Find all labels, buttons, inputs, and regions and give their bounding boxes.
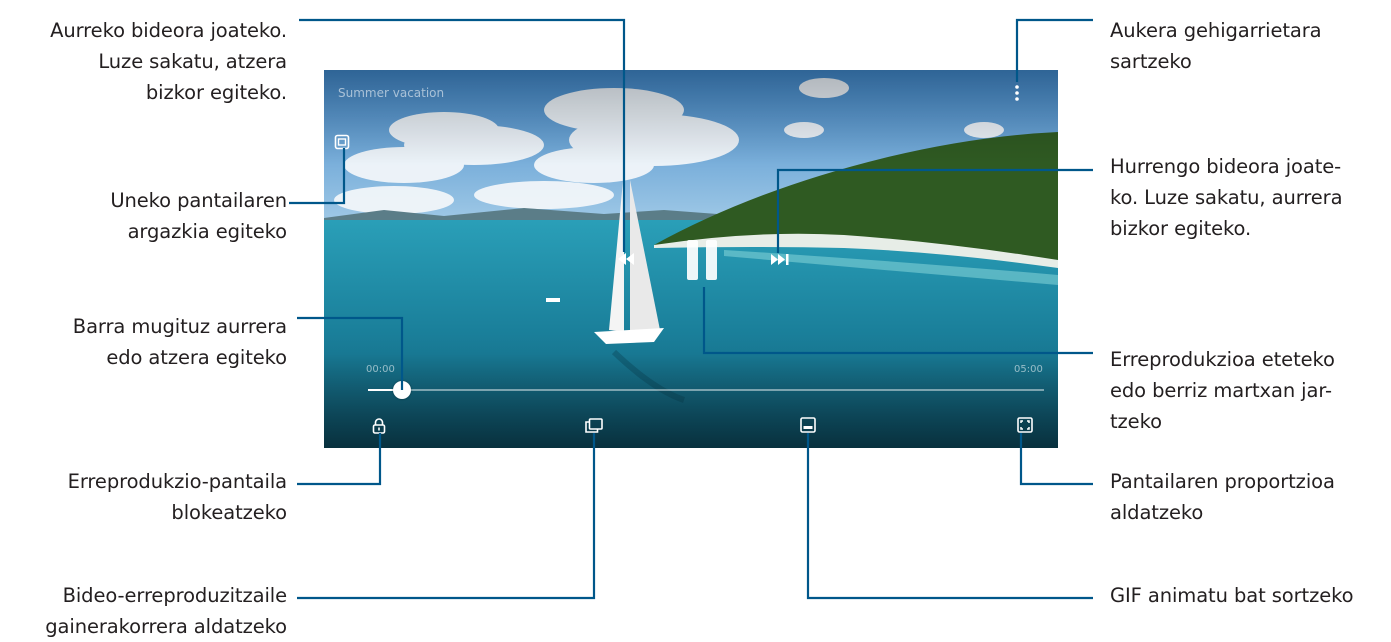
callout-capture: Uneko pantailaren argazkia egiteko: [110, 185, 287, 247]
video-title: Summer vacation: [338, 86, 445, 100]
callout-line: gainerakorrera aldatzeko: [45, 615, 287, 638]
callout-line: bizkor egiteko.: [145, 81, 287, 104]
callout-line: argazkia egiteko: [127, 220, 288, 243]
callout-seek: Barra mugituz aurrera edo atzera egiteko: [73, 311, 287, 373]
callout-line: sartzeko: [1110, 50, 1192, 73]
callout-popup: Bideo-erreproduzitzaile gainerakorrera a…: [45, 580, 287, 642]
callout-line: Barra mugituz aurrera: [72, 315, 287, 338]
fast-forward-icon[interactable]: [770, 253, 790, 266]
callout-line: blokeatzeko: [171, 501, 287, 524]
callout-line: edo atzera egiteko: [106, 346, 287, 369]
callout-line: GIF animatu bat sortzeko: [1110, 584, 1354, 607]
callout-gif: GIF animatu bat sortzeko: [1110, 580, 1354, 611]
callout-next-video: Hurrengo bideora joate- ko. Luze sakatu,…: [1110, 151, 1343, 244]
callout-line: Uneko pantailaren: [110, 189, 287, 212]
callout-line: ko. Luze sakatu, aurrera: [1110, 186, 1343, 209]
callout-line: Bideo-erreproduzitzaile: [62, 584, 288, 607]
gif-icon[interactable]: [800, 417, 816, 433]
callout-pause: Erreprodukzioa eteteko edo berriz martxa…: [1110, 344, 1335, 437]
time-total: 05:00: [1014, 364, 1043, 375]
callout-line: Pantailaren proportzioa: [1110, 470, 1335, 493]
leader-gif: [806, 433, 1093, 600]
screen-ratio-icon[interactable]: [1017, 417, 1033, 433]
callout-line: Aurreko bideora joateko.: [50, 19, 287, 42]
callout-line: Aukera gehigarrietara: [1110, 19, 1322, 42]
leader-popup: [297, 433, 596, 600]
pause-icon[interactable]: [686, 240, 718, 280]
callout-line: edo berriz martxan jar-: [1110, 379, 1332, 402]
callout-ratio: Pantailaren proportzioa aldatzeko: [1110, 466, 1335, 528]
callout-line: tzeko: [1110, 410, 1162, 433]
callout-line: bizkor egiteko.: [1110, 217, 1252, 240]
rewind-icon[interactable]: [617, 252, 635, 266]
callout-lock: Erreprodukzio-pantaila blokeatzeko: [68, 466, 287, 528]
lock-icon[interactable]: [372, 418, 386, 434]
seek-bar[interactable]: [368, 381, 1044, 399]
callout-line: aldatzeko: [1110, 501, 1204, 524]
screenshot-icon[interactable]: [334, 134, 350, 150]
callout-more: Aukera gehigarrietara sartzeko: [1110, 15, 1322, 77]
video-player[interactable]: Summer vacation 00:00 05:00: [324, 70, 1058, 448]
callout-prev-video: Aurreko bideora joateko. Luze sakatu, at…: [50, 15, 287, 108]
more-options-icon[interactable]: [1014, 84, 1020, 102]
seek-bar-thumb[interactable]: [393, 381, 411, 399]
callout-line: Erreprodukzioa eteteko: [1110, 348, 1335, 371]
callout-line: Hurrengo bideora joate-: [1110, 155, 1342, 178]
time-elapsed: 00:00: [366, 364, 395, 375]
callout-line: Luze sakatu, atzera: [98, 50, 287, 73]
callout-line: Erreprodukzio-pantaila: [67, 470, 287, 493]
popup-player-icon[interactable]: [585, 418, 603, 433]
